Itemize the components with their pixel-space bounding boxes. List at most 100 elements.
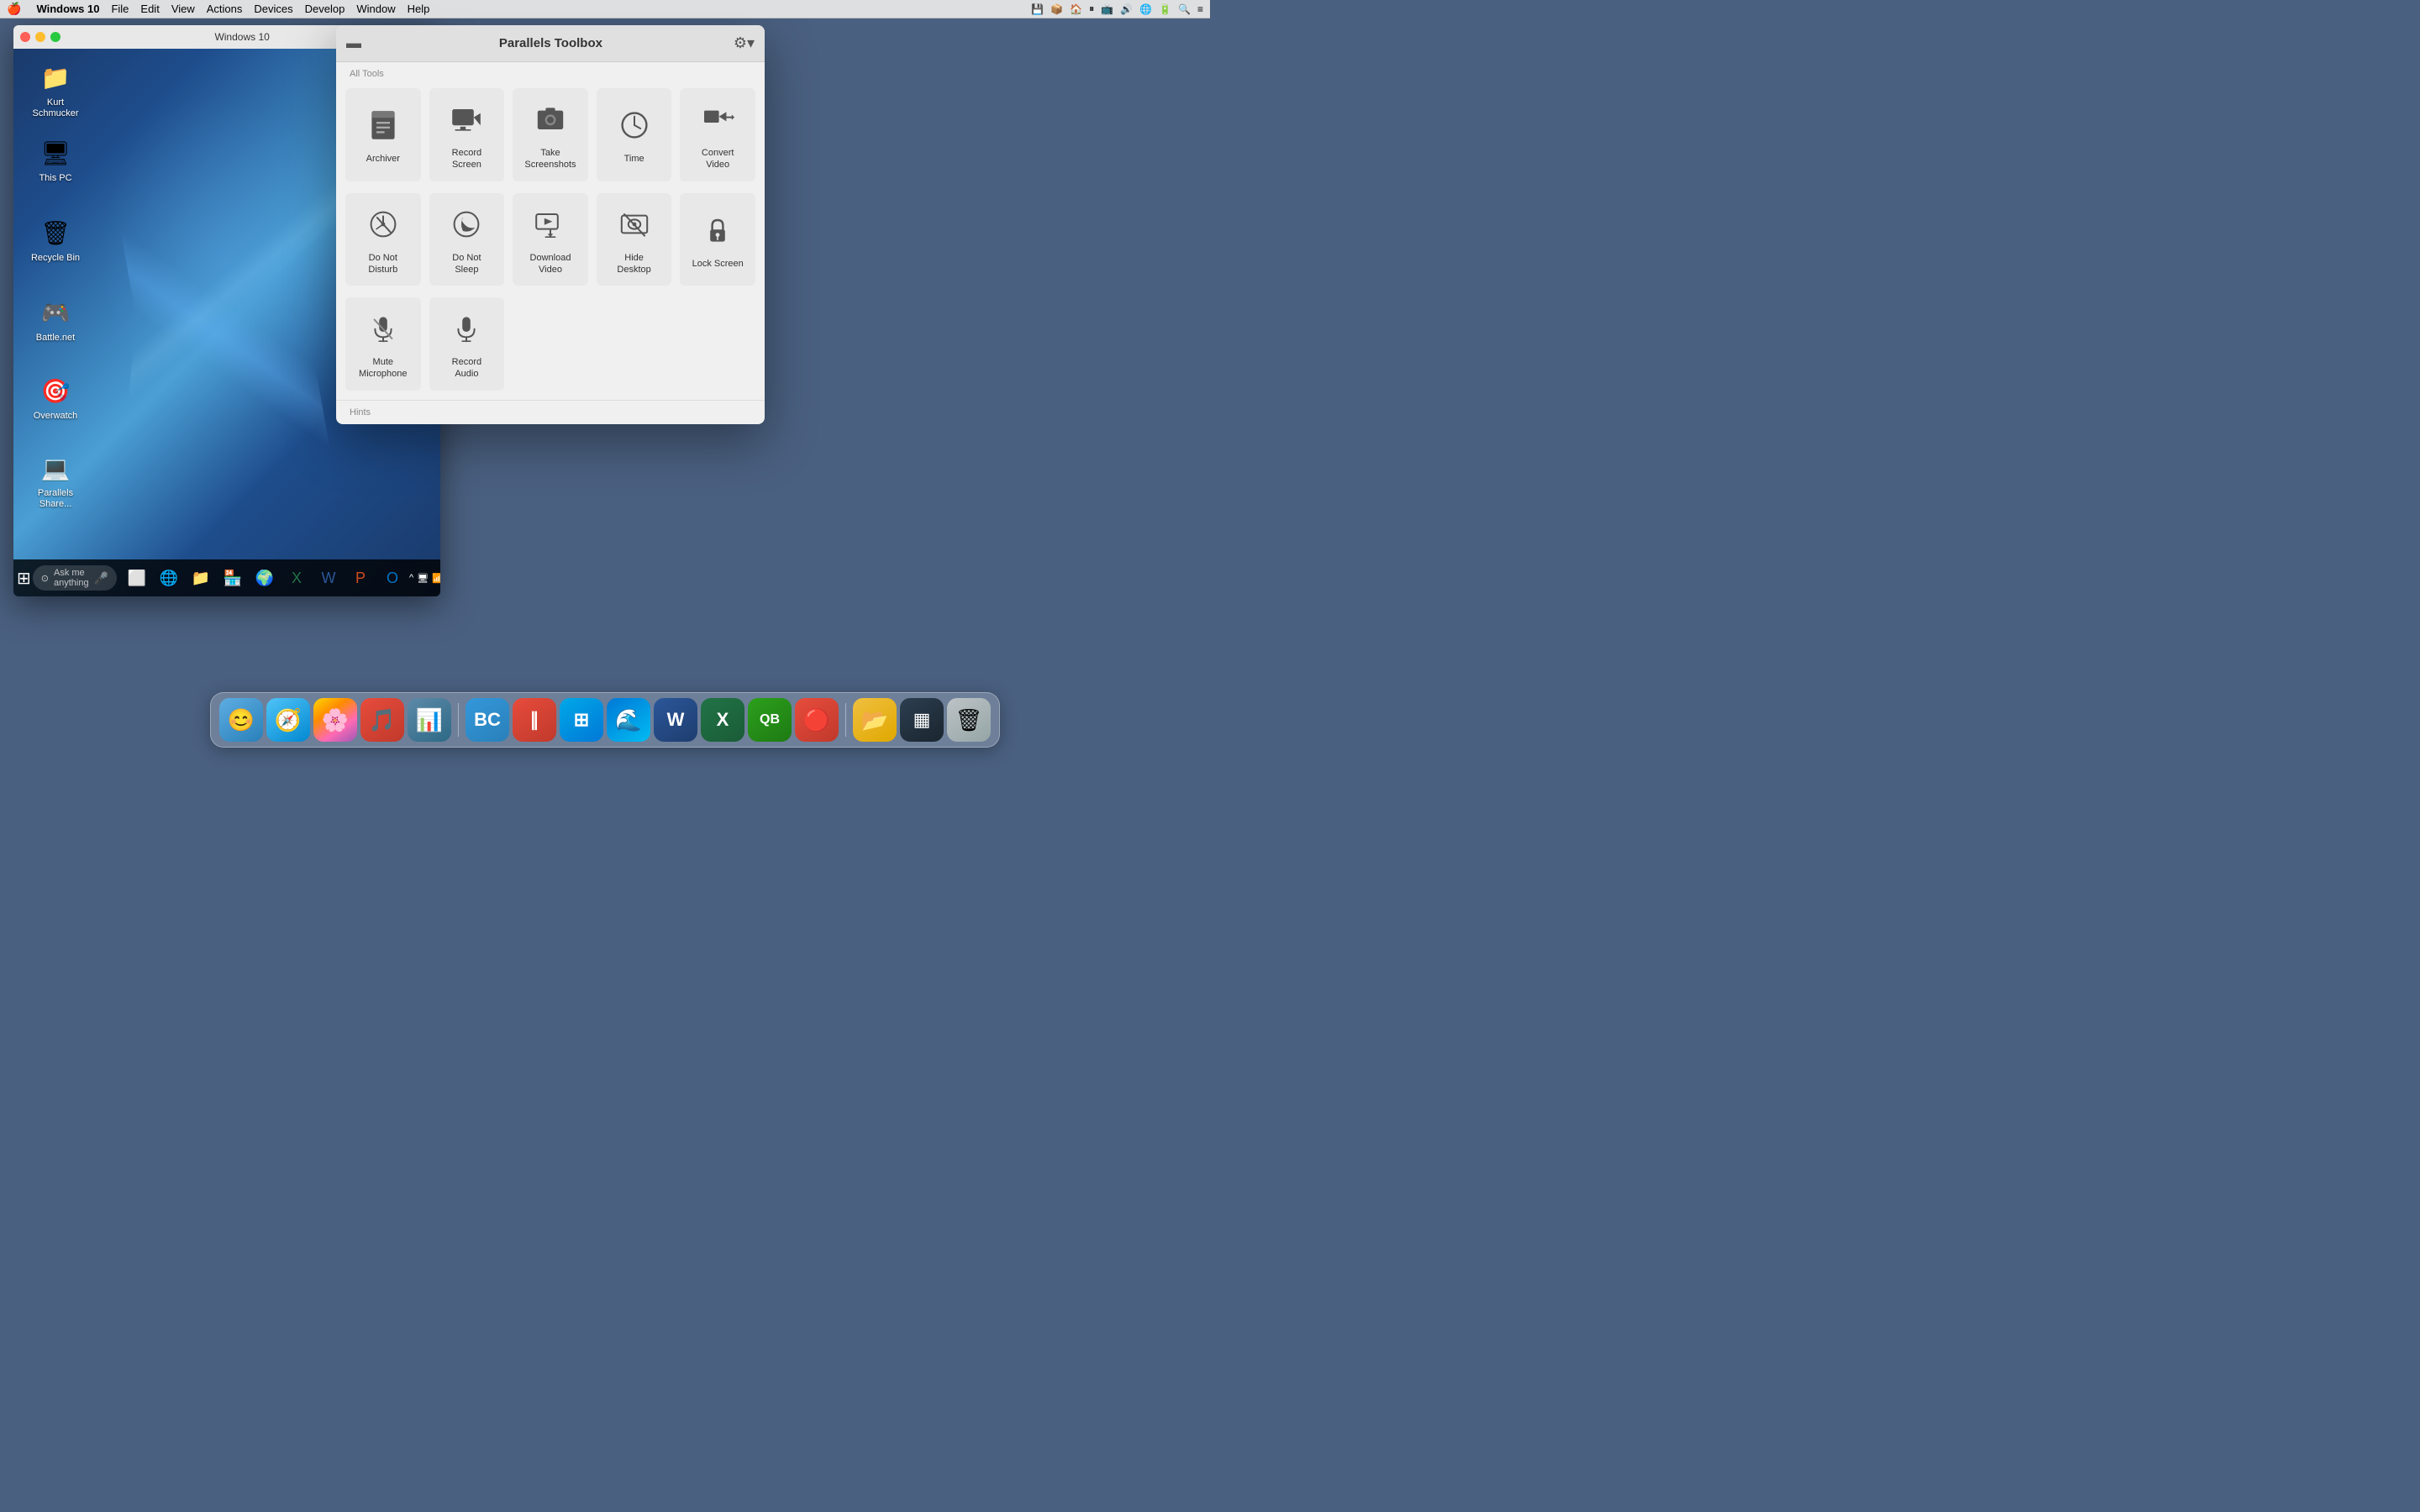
archiver-icon [362, 104, 404, 146]
dock-item-spaces[interactable]: ▦ [900, 698, 944, 742]
battery-icon[interactable]: 🔋 [1159, 3, 1171, 15]
dock-item-word[interactable]: W [654, 698, 697, 742]
pt-tool-take-screenshots[interactable]: TakeScreenshots [513, 88, 588, 181]
word-icon: W [667, 709, 685, 731]
input-icon[interactable]: 🌐 [1139, 3, 1152, 15]
dock-item-files[interactable]: 📂 [853, 698, 897, 742]
menu-develop[interactable]: Develop [305, 3, 345, 15]
win-maximize-button[interactable] [50, 32, 60, 42]
menu-help[interactable]: Help [408, 3, 430, 15]
pt-tool-archiver[interactable]: Archiver [345, 88, 421, 181]
desktop-icon-battle-net[interactable]: 🎮 Battle.net [22, 292, 89, 347]
dock-item-safari[interactable]: 🧭 [266, 698, 310, 742]
desktop-icon-this-pc[interactable]: 🖥 This PC [22, 133, 89, 187]
home-icon[interactable]: 🏠 [1070, 3, 1082, 15]
dock-item-keynote[interactable]: 📊 [408, 698, 451, 742]
dock-item-quickbooks[interactable]: QB [748, 698, 792, 742]
record-audio-icon [445, 307, 487, 349]
menu-edit[interactable]: Edit [140, 3, 159, 15]
airplay-icon[interactable]: 📺 [1101, 3, 1113, 15]
win-close-button[interactable] [20, 32, 30, 42]
dock-item-excel[interactable]: X [701, 698, 744, 742]
notification-icon[interactable]: ≡ [1197, 3, 1203, 15]
menu-window[interactable]: Window [356, 3, 395, 15]
taskbar-powerpoint[interactable]: P [345, 563, 376, 593]
taskbar-edge[interactable]: 🌐 [154, 563, 184, 593]
pt-tool-mute-microphone[interactable]: MuteMicrophone [345, 297, 421, 391]
search-icon[interactable]: 🔍 [1178, 3, 1191, 15]
dock-item-finder[interactable]: 😊 [219, 698, 263, 742]
menu-view[interactable]: View [171, 3, 195, 15]
pt-tool-time[interactable]: Time [597, 88, 672, 181]
dock-item-trash[interactable]: 🗑 [947, 698, 991, 742]
do-not-sleep-icon [445, 203, 487, 245]
dock-item-edge[interactable]: 🌊 [607, 698, 650, 742]
taskbar-store[interactable]: 🏪 [218, 563, 248, 593]
dock-item-photos[interactable]: 🌸 [313, 698, 357, 742]
volume-icon[interactable]: 🔊 [1120, 3, 1133, 15]
pt-tool-record-screen[interactable]: RecordScreen [429, 88, 505, 181]
pause-icon[interactable]: ⏸ [1089, 3, 1094, 15]
pt-tools-row1: Archiver RecordScreen [336, 82, 765, 187]
pt-gear-icon[interactable]: ⚙▾ [734, 34, 755, 52]
music-icon: 🎵 [369, 707, 396, 733]
taskbar-word[interactable]: W [313, 563, 344, 593]
files-icon: 📂 [861, 707, 888, 733]
taskbar-search[interactable]: ⊙ Ask me anything 🎤 [33, 565, 117, 591]
dock-item-music[interactable]: 🎵 [360, 698, 404, 742]
menu-actions[interactable]: Actions [207, 3, 243, 15]
hdd-icon[interactable]: 💾 [1031, 3, 1044, 15]
record-screen-label: RecordScreen [452, 147, 481, 171]
mac-menubar: 🍎 Windows 10 File Edit View Actions Devi… [0, 0, 1210, 18]
pt-tool-do-not-sleep[interactable]: Do NotSleep [429, 193, 505, 286]
pt-tool-convert-video[interactable]: ConvertVideo [680, 88, 755, 181]
spaces-icon: ▦ [913, 709, 931, 731]
pt-tool-record-audio[interactable]: RecordAudio [429, 297, 505, 391]
menu-devices[interactable]: Devices [254, 3, 292, 15]
win-minimize-button[interactable] [35, 32, 45, 42]
dock-item-bootcamp[interactable]: BC [466, 698, 509, 742]
pt-tool-lock-screen[interactable]: Lock Screen [680, 193, 755, 286]
hide-desktop-label: HideDesktop [617, 252, 650, 276]
desktop-icon-overwatch[interactable]: 🎯 Overwatch [22, 370, 89, 425]
convert-video-label: ConvertVideo [702, 147, 734, 171]
menu-app-name[interactable]: Windows 10 [36, 3, 99, 15]
pt-header: ▬ Parallels Toolbox ⚙▾ [336, 25, 765, 62]
take-screenshots-label: TakeScreenshots [524, 147, 576, 171]
bootcamp-icon: BC [474, 709, 501, 731]
dock-item-parallels[interactable]: ∥ [513, 698, 556, 742]
red-app-icon: 🔴 [803, 707, 830, 733]
do-not-disturb-label: Do NotDisturb [368, 252, 397, 276]
pt-folder-icon[interactable]: ▬ [346, 34, 361, 52]
time-icon [613, 104, 655, 146]
trash-icon: 🗑 [955, 707, 982, 733]
do-not-disturb-icon [362, 203, 404, 245]
pt-tool-do-not-disturb[interactable]: Do NotDisturb [345, 193, 421, 286]
dock-item-windows[interactable]: ⊞ [560, 698, 603, 742]
tray-monitor[interactable]: 🖥 [417, 573, 429, 584]
desktop-icon-parallels-share[interactable]: 💻 ParallelsShare... [22, 448, 89, 513]
mac-dock: 😊 🧭 🌸 🎵 📊 BC ∥ ⊞ 🌊 W X QB 🔴 📂 ▦ 🗑 [210, 692, 1000, 748]
taskbar-excel[interactable]: X [281, 563, 312, 593]
apple-menu[interactable]: 🍎 [7, 2, 21, 16]
taskbar-start-button[interactable]: ⊞ [17, 561, 31, 595]
tray-network[interactable]: 📶 [432, 573, 440, 584]
mute-microphone-label: MuteMicrophone [359, 356, 407, 381]
desktop-icon-recycle-bin[interactable]: 🗑 Recycle Bin [22, 213, 89, 267]
convert-video-icon [697, 98, 739, 140]
taskbar-explorer[interactable]: 📁 [186, 563, 216, 593]
microphone-icon: 🎤 [94, 571, 108, 585]
menu-file[interactable]: File [111, 3, 129, 15]
taskbar-task-view[interactable]: ⬜ [122, 563, 152, 593]
desktop-icon-kurt[interactable]: 📁 KurtSchmucker [22, 57, 89, 123]
taskbar-ie[interactable]: 🌍 [250, 563, 280, 593]
battle-net-label: Battle.net [36, 333, 75, 344]
tray-chevron[interactable]: ^ [409, 573, 413, 583]
pt-tool-hide-desktop[interactable]: HideDesktop [597, 193, 672, 286]
dropbox-icon[interactable]: 📦 [1050, 3, 1063, 15]
taskbar-outlook[interactable]: O [377, 563, 408, 593]
archiver-label: Archiver [366, 153, 400, 165]
dock-item-red-app[interactable]: 🔴 [795, 698, 839, 742]
hide-desktop-icon [613, 203, 655, 245]
pt-tool-download-video[interactable]: DownloadVideo [513, 193, 588, 286]
